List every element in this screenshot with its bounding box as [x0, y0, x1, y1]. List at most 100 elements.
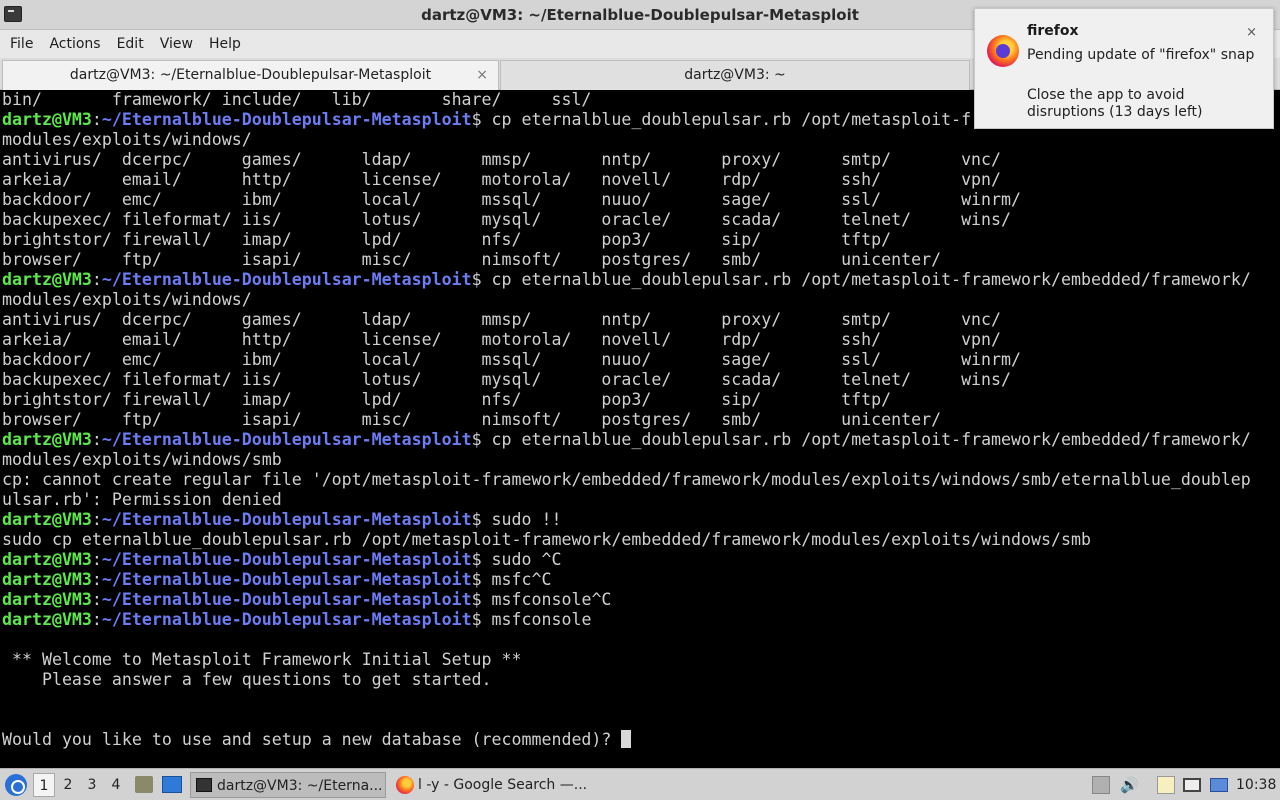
prompt-path: ~/Eternalblue-Doublepulsar-Metasploit	[101, 610, 472, 629]
menu-actions[interactable]: Actions	[41, 30, 108, 58]
firefox-icon	[396, 776, 414, 794]
terminal-line: browser/ ftp/ isapi/ misc/ nimsoft/ post…	[0, 410, 1280, 430]
terminal-line: cp: cannot create regular file '/opt/met…	[0, 470, 1280, 490]
output-text: ulsar.rb': Permission denied	[2, 490, 282, 509]
workspace-3[interactable]: 3	[81, 773, 103, 797]
menu-edit[interactable]: Edit	[109, 30, 152, 58]
output-text: brightstor/ firewall/ imap/ lpd/ nfs/ po…	[2, 230, 892, 249]
menu-help[interactable]: Help	[201, 30, 249, 58]
tab-eternalblue[interactable]: dartz@VM3: ~/Eternalblue-Doublepulsar-Me…	[2, 60, 499, 90]
terminal-line: modules/exploits/windows/	[0, 130, 1280, 150]
output-text: browser/ ftp/ isapi/ misc/ nimsoft/ post…	[2, 250, 942, 269]
terminal-line: arkeia/ email/ http/ license/ motorola/ …	[0, 170, 1280, 190]
prompt-user: dartz@VM3	[2, 270, 92, 289]
clock[interactable]: 10:38	[1236, 769, 1276, 800]
display-icon[interactable]	[1183, 778, 1201, 792]
show-desktop-icon[interactable]	[162, 776, 182, 793]
output-text: Would you like to use and setup a new da…	[2, 730, 622, 749]
output-text: brightstor/ firewall/ imap/ lpd/ nfs/ po…	[2, 390, 892, 409]
notification-popup[interactable]: firefox Pending update of "firefox" snap…	[974, 8, 1274, 129]
output-text: Please answer a few questions to get sta…	[2, 670, 492, 689]
text-cursor	[621, 730, 632, 748]
output-text: arkeia/ email/ http/ license/ motorola/ …	[2, 170, 1002, 189]
output-text: modules/exploits/windows/	[2, 290, 252, 309]
output-text: backdoor/ emc/ ibm/ local/ mssql/ nuuo/ …	[2, 190, 1022, 209]
taskbar-terminal[interactable]: dartz@VM3: ~/Eterna...	[190, 772, 386, 798]
output-text: cp: cannot create regular file '/opt/met…	[2, 470, 1251, 489]
output-text: arkeia/ email/ http/ license/ motorola/ …	[2, 330, 1002, 349]
terminal-line: dartz@VM3:~/Eternalblue-Doublepulsar-Met…	[2, 610, 592, 629]
terminal-line: dartz@VM3:~/Eternalblue-Doublepulsar-Met…	[2, 270, 1251, 289]
command-text: $ sudo !!	[471, 510, 562, 529]
tab-home[interactable]: dartz@VM3: ~	[500, 60, 970, 90]
close-icon[interactable]: ×	[1246, 25, 1257, 40]
tab-label: dartz@VM3: ~/Eternalblue-Doublepulsar-Me…	[69, 67, 432, 83]
menu-view[interactable]: View	[152, 30, 201, 58]
terminal-line: dartz@VM3:~/Eternalblue-Doublepulsar-Met…	[2, 550, 562, 569]
notification-detail: Close the app to avoid disruptions (13 d…	[1027, 87, 1203, 120]
taskbar-firefox[interactable]: l -y - Google Search —...	[392, 772, 592, 798]
terminal-line: dartz@VM3:~/Eternalblue-Doublepulsar-Met…	[2, 570, 552, 589]
menu-file[interactable]: File	[2, 30, 41, 58]
network-icon[interactable]	[1210, 778, 1228, 792]
output-text: modules/exploits/windows/smb	[2, 450, 282, 469]
command-text: $ msfc^C	[471, 570, 552, 589]
terminal-line: brightstor/ firewall/ imap/ lpd/ nfs/ po…	[0, 230, 1280, 250]
prompt-user: dartz@VM3	[2, 570, 92, 589]
output-text: browser/ ftp/ isapi/ misc/ nimsoft/ post…	[2, 410, 942, 429]
prompt-user: dartz@VM3	[2, 550, 92, 569]
command-text: $ msfconsole^C	[471, 590, 612, 609]
output-text: backdoor/ emc/ ibm/ local/ mssql/ nuuo/ …	[2, 350, 1022, 369]
terminal-line: modules/exploits/windows/smb	[0, 450, 1280, 470]
prompt-user: dartz@VM3	[2, 610, 92, 629]
start-menu-icon[interactable]	[5, 774, 27, 796]
terminal-line: Would you like to use and setup a new da…	[0, 730, 1280, 750]
terminal-line: backupexec/ fileformat/ iis/ lotus/ mysq…	[0, 210, 1280, 230]
command-text: $ cp eternalblue_doublepulsar.rb /opt/me…	[471, 270, 1251, 289]
output-text: antivirus/ dcerpc/ games/ ldap/ mmsp/ nn…	[2, 310, 1002, 329]
terminal-line: brightstor/ firewall/ imap/ lpd/ nfs/ po…	[0, 390, 1280, 410]
terminal-line: backdoor/ emc/ ibm/ local/ mssql/ nuuo/ …	[0, 190, 1280, 210]
close-icon[interactable]: ×	[476, 61, 488, 89]
terminal-output[interactable]: bin/ framework/ include/ lib/ share/ ssl…	[0, 90, 1280, 768]
terminal-line: antivirus/ dcerpc/ games/ ldap/ mmsp/ nn…	[0, 150, 1280, 170]
terminal-line: arkeia/ email/ http/ license/ motorola/ …	[0, 330, 1280, 350]
terminal-line: browser/ ftp/ isapi/ misc/ nimsoft/ post…	[0, 250, 1280, 270]
terminal-line: ulsar.rb': Permission denied	[0, 490, 1280, 510]
tab-label: dartz@VM3: ~	[684, 67, 786, 83]
terminal-icon	[196, 778, 212, 792]
file-manager-icon[interactable]	[135, 776, 153, 793]
storage-icon[interactable]	[1092, 776, 1110, 794]
prompt-path: ~/Eternalblue-Doublepulsar-Metasploit	[101, 110, 472, 129]
output-text: antivirus/ dcerpc/ games/ ldap/ mmsp/ nn…	[2, 150, 1002, 169]
terminal-line: dartz@VM3:~/Eternalblue-Doublepulsar-Met…	[2, 510, 562, 529]
clipboard-icon[interactable]	[1157, 776, 1175, 794]
terminal-line: sudo cp eternalblue_doublepulsar.rb /opt…	[0, 530, 1280, 550]
terminal-line: antivirus/ dcerpc/ games/ ldap/ mmsp/ nn…	[0, 310, 1280, 330]
command-text: $ sudo ^C	[471, 550, 562, 569]
workspace-4[interactable]: 4	[105, 773, 127, 797]
output-text: backupexec/ fileformat/ iis/ lotus/ mysq…	[2, 370, 1012, 389]
output-text: backupexec/ fileformat/ iis/ lotus/ mysq…	[2, 210, 1012, 229]
prompt-path: ~/Eternalblue-Doublepulsar-Metasploit	[101, 270, 472, 289]
command-text: $ msfconsole	[471, 610, 592, 629]
prompt-user: dartz@VM3	[2, 510, 92, 529]
workspace-1[interactable]: 1	[33, 773, 55, 797]
workspace-2[interactable]: 2	[57, 773, 79, 797]
terminal-line: dartz@VM3:~/Eternalblue-Doublepulsar-Met…	[2, 430, 1251, 449]
prompt-path: ~/Eternalblue-Doublepulsar-Metasploit	[101, 430, 472, 449]
terminal-line: ** Welcome to Metasploit Framework Initi…	[0, 650, 1280, 670]
output-text: sudo cp eternalblue_doublepulsar.rb /opt…	[2, 530, 1091, 549]
output-text: bin/ framework/ include/ lib/ share/ ssl…	[2, 90, 592, 109]
taskbar-task-label: dartz@VM3: ~/Eterna...	[217, 778, 383, 794]
notification-title: firefox	[1027, 23, 1079, 39]
prompt-user: dartz@VM3	[2, 110, 92, 129]
prompt-user: dartz@VM3	[2, 590, 92, 609]
notification-message: Pending update of "firefox" snap	[1027, 47, 1255, 63]
output-text: ** Welcome to Metasploit Framework Initi…	[2, 650, 522, 669]
prompt-path: ~/Eternalblue-Doublepulsar-Metasploit	[101, 550, 472, 569]
volume-icon[interactable]: 🔊	[1120, 776, 1139, 794]
